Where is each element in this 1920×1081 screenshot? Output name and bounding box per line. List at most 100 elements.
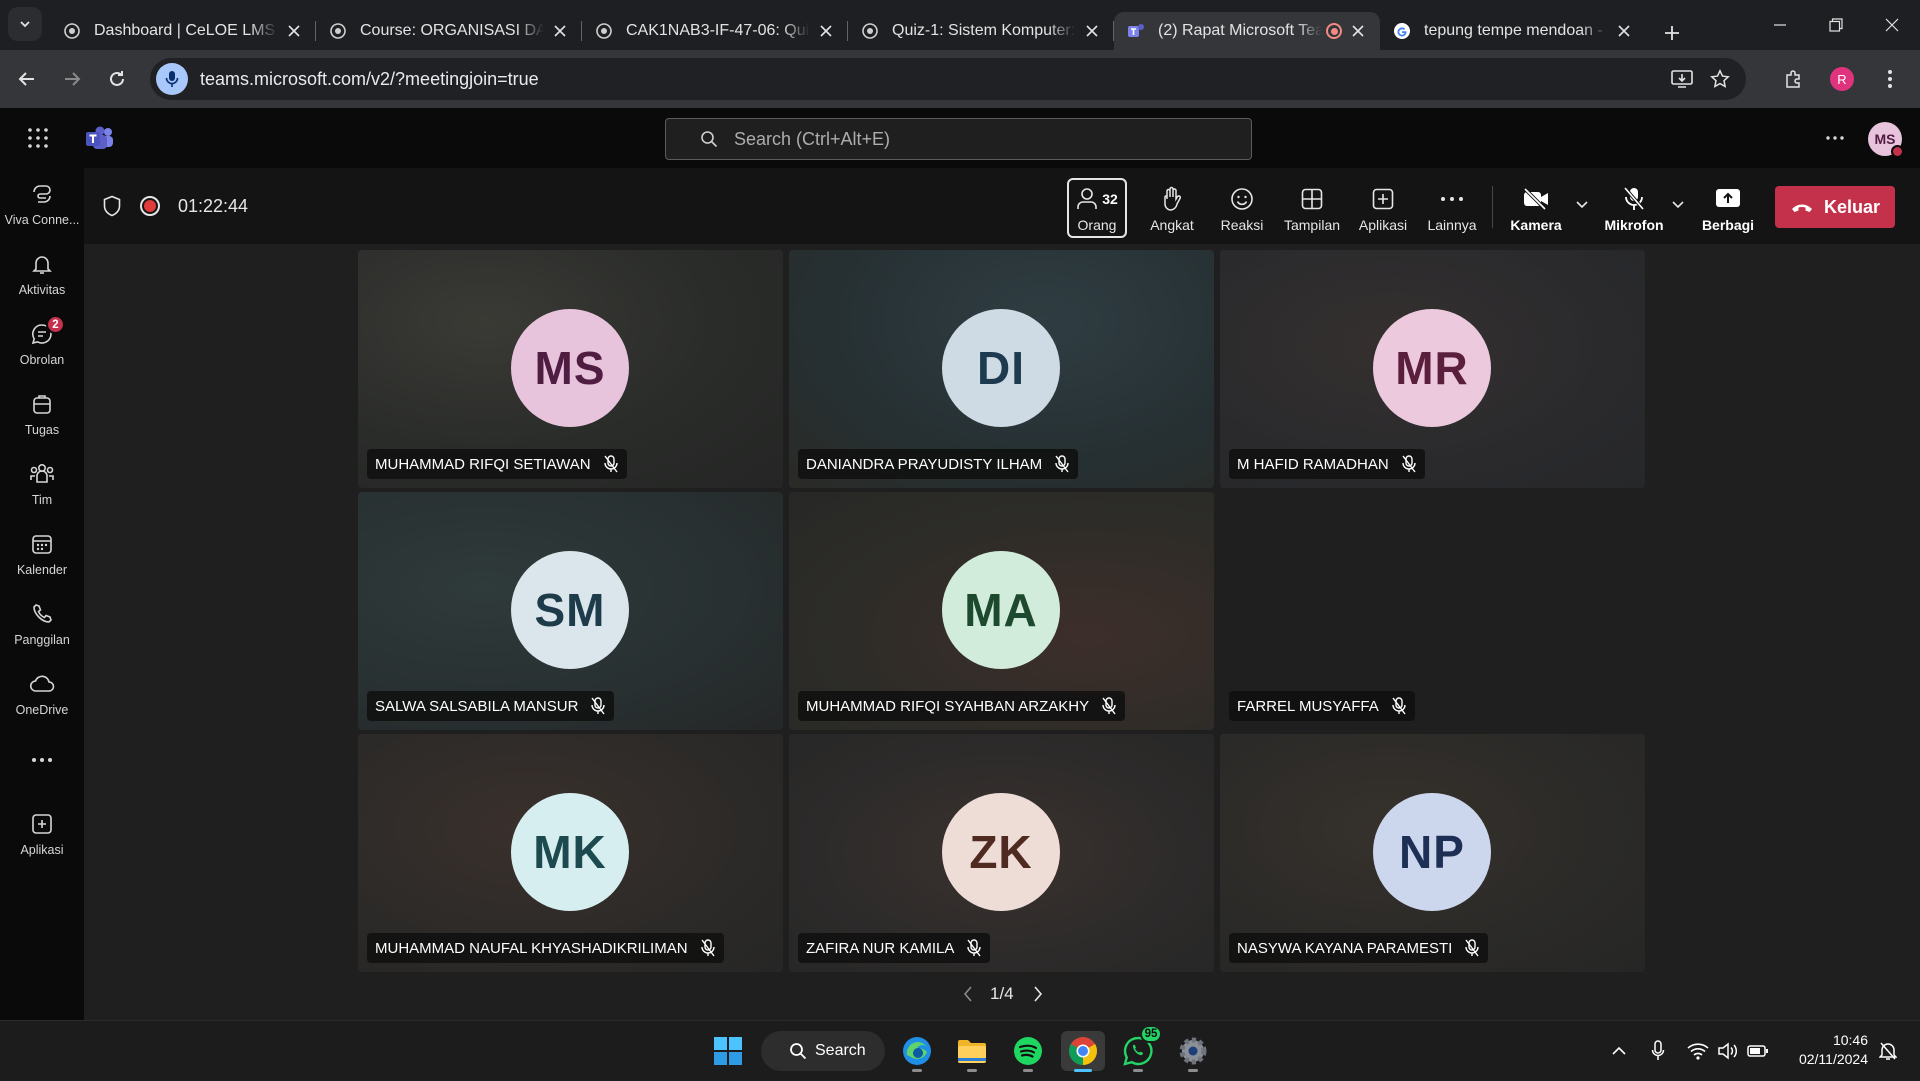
tab-close-icon[interactable] <box>816 21 836 41</box>
participant-tile[interactable]: NP NASYWA KAYANA PARAMESTI <box>1220 734 1645 972</box>
taskbar-edge[interactable] <box>895 1031 939 1072</box>
back-button[interactable] <box>9 61 45 97</box>
share-screen-icon <box>1716 188 1740 207</box>
rail-label: OneDrive <box>15 703 69 717</box>
taskbar-whatsapp[interactable]: 95 <box>1116 1025 1162 1072</box>
start-button[interactable] <box>706 1031 750 1071</box>
rail-item-activity[interactable]: Aktivitas <box>0 250 84 316</box>
rail-more-apps-button[interactable] <box>0 746 84 776</box>
browser-tab[interactable]: tepung tempe mendoan - <box>1380 12 1646 50</box>
tab-close-icon[interactable] <box>1614 21 1634 41</box>
extensions-button[interactable] <box>1776 61 1812 97</box>
participant-tile[interactable]: MK MUHAMMAD NAUFAL KHYASHADIKRILIMAN <box>358 734 783 972</box>
address-bar[interactable]: teams.microsoft.com/v2/?meetingjoin=true <box>150 58 1746 100</box>
search-input[interactable] <box>734 128 1154 150</box>
taskbar-chrome[interactable] <box>1061 1031 1105 1072</box>
notifications-do-not-disturb-icon[interactable] <box>1876 1021 1900 1081</box>
rail-item-onedrive[interactable]: OneDrive <box>0 670 84 736</box>
meeting-info-shield-icon[interactable] <box>102 195 122 217</box>
install-app-icon[interactable] <box>1668 65 1696 93</box>
restore-button[interactable] <box>1808 0 1864 50</box>
reload-button[interactable] <box>99 61 135 97</box>
search-icon <box>701 131 718 148</box>
browser-tab-active[interactable]: (2) Rapat Microsoft Tea <box>1114 12 1380 50</box>
participant-tile[interactable]: FARREL MUSYAFFA <box>1220 492 1645 730</box>
tab-close-icon[interactable] <box>1348 21 1368 41</box>
rail-item-viva-connections[interactable]: Viva Conne... <box>0 180 84 246</box>
assignments-icon <box>28 390 56 418</box>
microphone-in-use-icon[interactable] <box>156 63 188 95</box>
tab-search-button[interactable] <box>8 7 42 41</box>
browser-toolbar: teams.microsoft.com/v2/?meetingjoin=true… <box>0 50 1920 108</box>
participant-nameplate: NASYWA KAYANA PARAMESTI <box>1229 933 1489 963</box>
tray-volume-icon[interactable] <box>1714 1021 1742 1081</box>
participant-tile[interactable]: MR M HAFID RAMADHAN <box>1220 250 1645 488</box>
react-button[interactable]: Reaksi <box>1210 178 1274 238</box>
taskbar-settings[interactable] <box>1171 1031 1215 1072</box>
participant-nameplate: MUHAMMAD RIFQI SYAHBAN ARZAKHY <box>798 691 1126 721</box>
tray-wifi-icon[interactable] <box>1684 1021 1712 1081</box>
share-button[interactable]: Berbagi <box>1696 178 1760 238</box>
view-button[interactable]: Tampilan <box>1275 178 1349 238</box>
apps-button[interactable]: Aplikasi <box>1348 178 1418 238</box>
rail-item-calls[interactable]: Panggilan <box>0 600 84 666</box>
mic-muted-icon <box>1401 455 1417 473</box>
leave-button[interactable]: Keluar <box>1775 186 1895 228</box>
more-actions-button[interactable]: Lainnya <box>1418 178 1486 238</box>
browser-tab[interactable]: CAK1NAB3-IF-47-06: Quiz <box>582 12 848 50</box>
participant-tile[interactable]: DI DANIANDRA PRAYUDISTY ILHAM <box>789 250 1214 488</box>
recording-indicator-icon <box>1326 23 1342 39</box>
microphone-button[interactable]: Mikrofon <box>1600 178 1668 238</box>
browser-menu-button[interactable] <box>1872 61 1908 97</box>
tab-close-icon[interactable] <box>284 21 304 41</box>
browser-tab[interactable]: Course: ORGANISASI DAN <box>316 12 582 50</box>
minimize-button[interactable] <box>1752 0 1808 50</box>
participant-tile[interactable]: ZK ZAFIRA NUR KAMILA <box>789 734 1214 972</box>
camera-button[interactable]: Kamera <box>1504 178 1568 238</box>
people-count: 32 <box>1102 190 1118 207</box>
rail-item-chat[interactable]: 2 Obrolan <box>0 315 84 386</box>
settings-more-button[interactable] <box>1821 126 1849 150</box>
chrome-icon <box>1069 1037 1097 1065</box>
taskbar-spotify[interactable] <box>1006 1031 1050 1072</box>
new-tab-button[interactable] <box>1654 15 1690 51</box>
rail-item-calendar[interactable]: Kalender <box>0 530 84 596</box>
mic-options-chevron-icon[interactable] <box>1671 200 1685 210</box>
rail-item-assignments[interactable]: Tugas <box>0 390 84 456</box>
bookmark-star-icon[interactable] <box>1706 65 1734 93</box>
ellipsis-icon <box>1441 196 1463 201</box>
app-launcher-button[interactable] <box>28 128 48 148</box>
people-button[interactable]: 32 Orang <box>1067 178 1127 238</box>
tab-close-icon[interactable] <box>550 21 570 41</box>
kebab-menu-icon <box>1888 70 1892 88</box>
tray-microphone-icon[interactable] <box>1646 1021 1670 1081</box>
browser-tab-strip: Dashboard | CeLOE LMS Course: ORGANISASI… <box>0 0 1920 50</box>
teams-icon <box>28 460 56 488</box>
browser-tab[interactable]: Dashboard | CeLOE LMS <box>50 12 316 50</box>
previous-page-chevron-icon[interactable] <box>962 985 974 1003</box>
teams-search-box[interactable] <box>665 118 1252 160</box>
camera-options-chevron-icon[interactable] <box>1575 200 1589 210</box>
taskbar-search[interactable]: Search <box>761 1031 885 1071</box>
raise-hand-button[interactable]: Angkat <box>1140 178 1204 238</box>
close-window-button[interactable] <box>1864 0 1920 50</box>
show-hidden-icons-button[interactable] <box>1604 1021 1634 1081</box>
rail-item-apps[interactable]: Aplikasi <box>0 810 84 876</box>
tab-close-icon[interactable] <box>1082 21 1102 41</box>
tray-battery-icon[interactable] <box>1744 1021 1772 1081</box>
participant-tile[interactable]: SM SALWA SALSABILA MANSUR <box>358 492 783 730</box>
apps-label: Aplikasi <box>1358 216 1408 233</box>
next-page-chevron-icon[interactable] <box>1032 985 1044 1003</box>
tab-title: Quiz-1: Sistem Komputer: / <box>892 22 1076 39</box>
profile-button[interactable]: R <box>1824 61 1860 97</box>
running-indicator <box>1188 1069 1198 1072</box>
browser-tab[interactable]: Quiz-1: Sistem Komputer: / <box>848 12 1114 50</box>
rail-item-teams[interactable]: Tim <box>0 460 84 526</box>
forward-button[interactable] <box>54 61 90 97</box>
participant-tile[interactable]: MA MUHAMMAD RIFQI SYAHBAN ARZAKHY <box>789 492 1214 730</box>
taskbar-clock[interactable]: 10:46 02/11/2024 <box>1778 1031 1868 1069</box>
minimize-icon <box>1774 24 1786 26</box>
participant-tile[interactable]: MS MUHAMMAD RIFQI SETIAWAN <box>358 250 783 488</box>
taskbar-file-explorer[interactable] <box>950 1031 994 1072</box>
user-avatar[interactable]: MS <box>1868 122 1904 158</box>
